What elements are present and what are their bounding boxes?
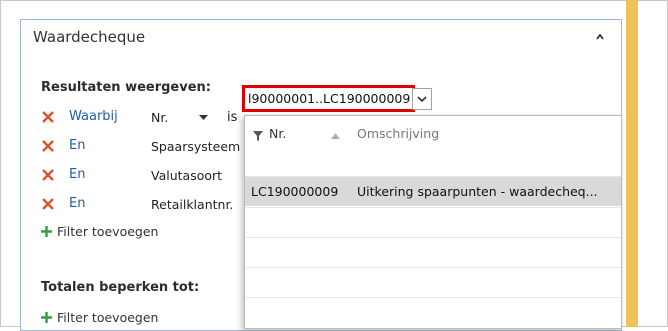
remove-x-icon[interactable] (41, 168, 55, 182)
field-select[interactable]: Spaarsysteem (151, 139, 240, 154)
operator-link[interactable]: Waarbij (69, 109, 118, 124)
column-header-description[interactable]: Omschrijving (357, 126, 439, 141)
lookup-dropdown-button[interactable] (412, 88, 432, 110)
column-header-nr[interactable]: Nr. (269, 126, 286, 141)
field-select[interactable]: Nr. (151, 110, 168, 125)
filter-value-input[interactable]: l90000001..LC190000009 (242, 85, 415, 112)
sort-ascending-icon[interactable] (331, 133, 340, 139)
lookup-row-empty (245, 207, 621, 237)
field-select[interactable]: Retailklantnr. (151, 197, 233, 212)
add-filter-label: Filter toevoegen (57, 310, 159, 325)
operator-link[interactable]: En (69, 167, 85, 182)
lookup-row-empty (245, 237, 621, 267)
results-heading: Resultaten weergeven: (41, 80, 211, 95)
operator-link[interactable]: En (69, 196, 85, 211)
lookup-header: Nr. Omschrijving (245, 116, 621, 166)
lookup-row-empty (245, 297, 621, 327)
add-filter-label: Filter toevoegen (57, 224, 159, 239)
add-totals-filter-link[interactable]: Filter toevoegen (41, 310, 158, 325)
remove-x-icon[interactable] (41, 197, 55, 211)
field-select[interactable]: Valutasoort (151, 168, 222, 183)
cell-nr: LC190000009 (251, 184, 339, 199)
remove-x-icon[interactable] (41, 110, 55, 124)
plus-icon (41, 312, 52, 323)
panel-title: Waardecheque (33, 28, 146, 46)
operator-link[interactable]: En (69, 138, 85, 153)
chevron-down-icon[interactable] (199, 113, 208, 122)
chevron-down-icon (417, 96, 427, 103)
cell-description: Uitkering spaarpunten - waardecheq... (357, 184, 598, 199)
lookup-row-empty (245, 267, 621, 297)
add-filter-link[interactable]: Filter toevoegen (41, 224, 158, 239)
lookup-row[interactable]: LC190000009 Uitkering spaarpunten - waar… (245, 176, 621, 206)
comparator-label: is (227, 110, 238, 125)
remove-x-icon[interactable] (41, 139, 55, 153)
totals-heading: Totalen beperken tot: (41, 280, 200, 295)
lookup-dropdown: Nr. Omschrijving LC190000009 Uitkering s… (244, 115, 622, 329)
filter-funnel-icon[interactable] (253, 131, 263, 141)
accent-bar (626, 0, 638, 327)
plus-icon (41, 226, 52, 237)
chevron-up-icon[interactable] (593, 30, 607, 44)
